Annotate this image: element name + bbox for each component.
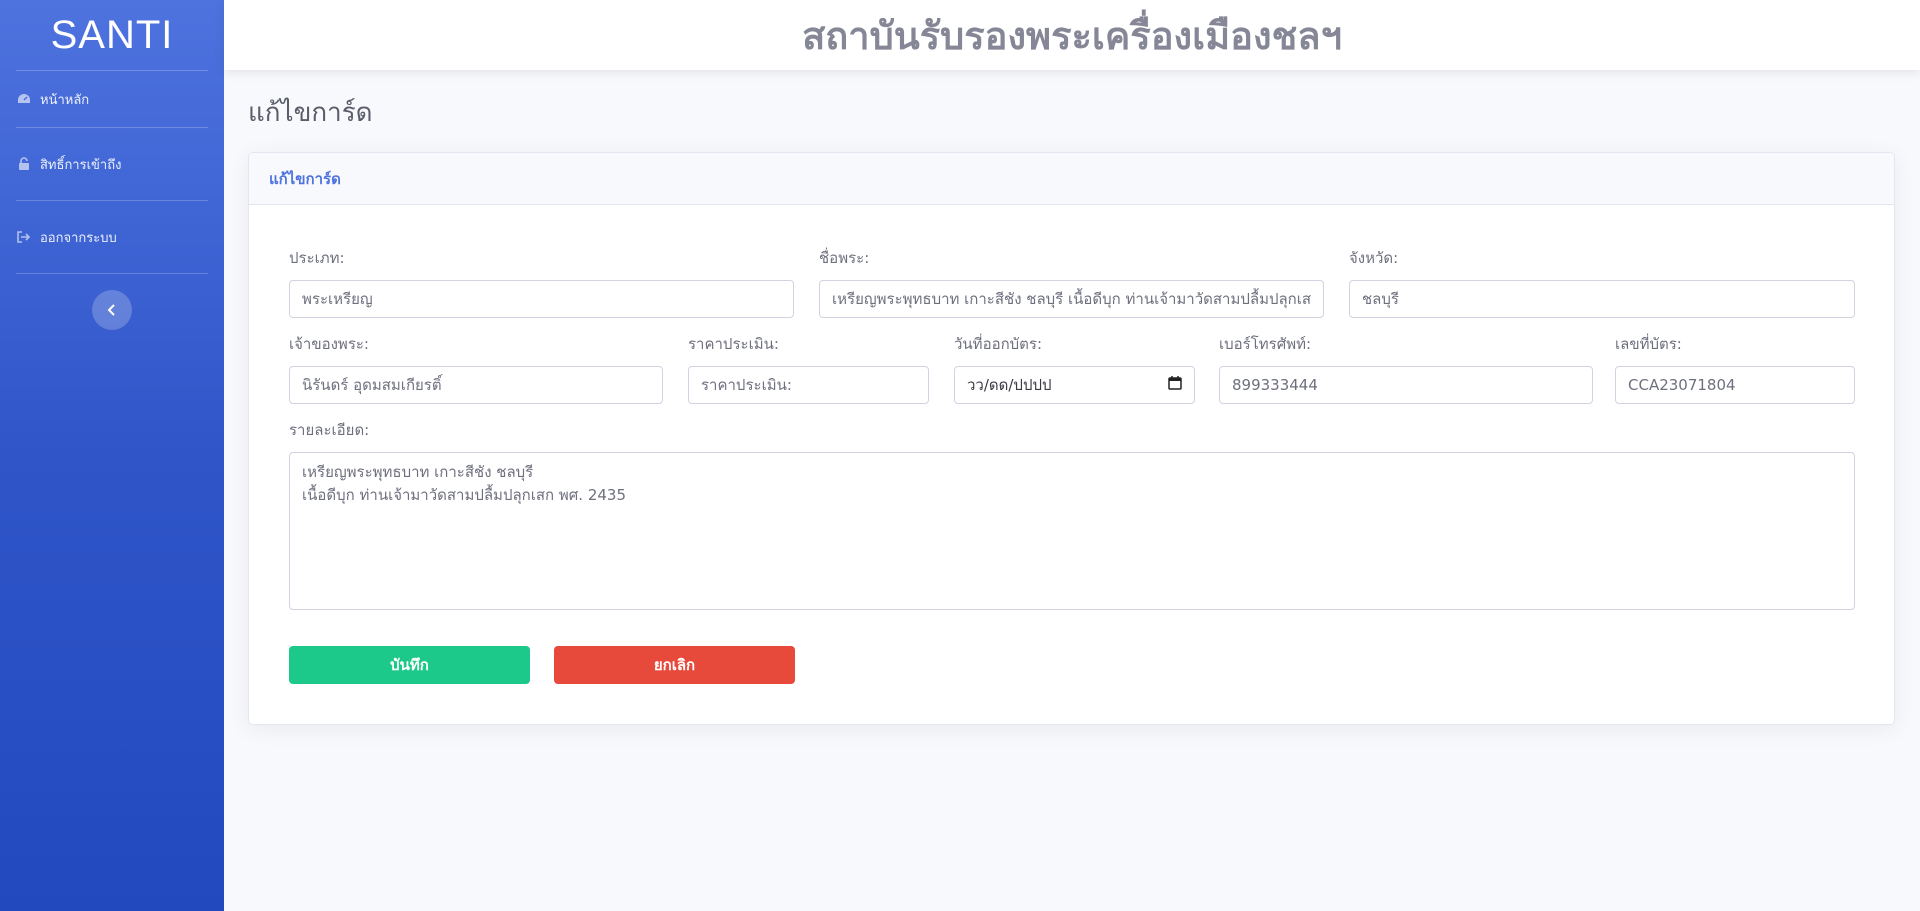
type-input[interactable] — [289, 280, 794, 318]
card-header: แก้ไขการ์ด — [249, 153, 1894, 205]
page-title: แก้ไขการ์ด — [248, 98, 373, 128]
sidebar: SANTI หน้าหลัก สิทธิ์การเข้าถึง ออกจากระ… — [0, 0, 224, 911]
card-number-field-group: เลขที่บัตร: — [1615, 332, 1855, 404]
sidebar-item-label: ออกจากระบบ — [40, 230, 117, 246]
sidebar-item-home[interactable]: หน้าหลัก — [0, 71, 224, 127]
phone-input[interactable] — [1219, 366, 1593, 404]
province-input[interactable] — [1349, 280, 1855, 318]
cancel-button[interactable]: ยกเลิก — [554, 646, 795, 684]
edit-card-panel: แก้ไขการ์ด ประเภท: ชื่อพระ: จังหวัด: เจ้… — [248, 152, 1895, 725]
price-input[interactable] — [688, 366, 929, 404]
province-label: จังหวัด: — [1349, 249, 1399, 267]
sidebar-toggle-button[interactable] — [92, 290, 132, 330]
tachometer-icon — [16, 91, 32, 107]
save-button[interactable]: บันทึก — [289, 646, 530, 684]
amulet-name-input[interactable] — [819, 280, 1324, 318]
brand-logo[interactable]: SANTI — [0, 0, 224, 70]
issue-date-input[interactable]: วว/ดด/ปปปป — [954, 366, 1195, 404]
amulet-name-label: ชื่อพระ: — [819, 249, 870, 267]
price-field-group: ราคาประเมิน: — [688, 332, 929, 404]
sidebar-item-permissions[interactable]: สิทธิ์การเข้าถึง — [0, 128, 224, 200]
type-field-group: ประเภท: — [289, 246, 794, 318]
topbar: สถาบันรับรองพระเครื่องเมืองชลฯ — [224, 0, 1920, 70]
sidebar-item-label: สิทธิ์การเข้าถึง — [40, 157, 122, 173]
sidebar-item-label: หน้าหลัก — [40, 92, 90, 108]
sidebar-toggle-wrap — [0, 274, 224, 330]
details-textarea[interactable] — [289, 452, 1855, 610]
site-title: สถาบันรับรองพระเครื่องเมืองชลฯ — [802, 13, 1342, 58]
phone-field-group: เบอร์โทรศัพท์: — [1219, 332, 1593, 404]
unlock-icon — [16, 156, 32, 172]
owner-field-group: เจ้าของพระ: — [289, 332, 663, 404]
province-field-group: จังหวัด: — [1349, 246, 1855, 318]
sidebar-item-logout[interactable]: ออกจากระบบ — [0, 201, 224, 273]
amulet-name-field-group: ชื่อพระ: — [819, 246, 1324, 318]
card-number-input[interactable] — [1615, 366, 1855, 404]
sign-out-icon — [16, 229, 32, 245]
owner-label: เจ้าของพระ: — [289, 335, 369, 353]
price-label: ราคาประเมิน: — [688, 335, 779, 353]
owner-input[interactable] — [289, 366, 663, 404]
details-label: รายละเอียด: — [289, 421, 370, 439]
issue-date-field-group: วันที่ออกบัตร: วว/ดด/ปปปป — [954, 332, 1195, 404]
chevron-left-icon — [107, 301, 117, 320]
issue-date-label: วันที่ออกบัตร: — [954, 335, 1043, 353]
type-label: ประเภท: — [289, 249, 345, 267]
card-number-label: เลขที่บัตร: — [1615, 335, 1682, 353]
details-field-group: รายละเอียด: — [289, 418, 1855, 614]
phone-label: เบอร์โทรศัพท์: — [1219, 335, 1312, 353]
issue-date-value: วว/ดด/ปปปป — [967, 376, 1052, 394]
calendar-icon[interactable] — [1168, 376, 1182, 394]
